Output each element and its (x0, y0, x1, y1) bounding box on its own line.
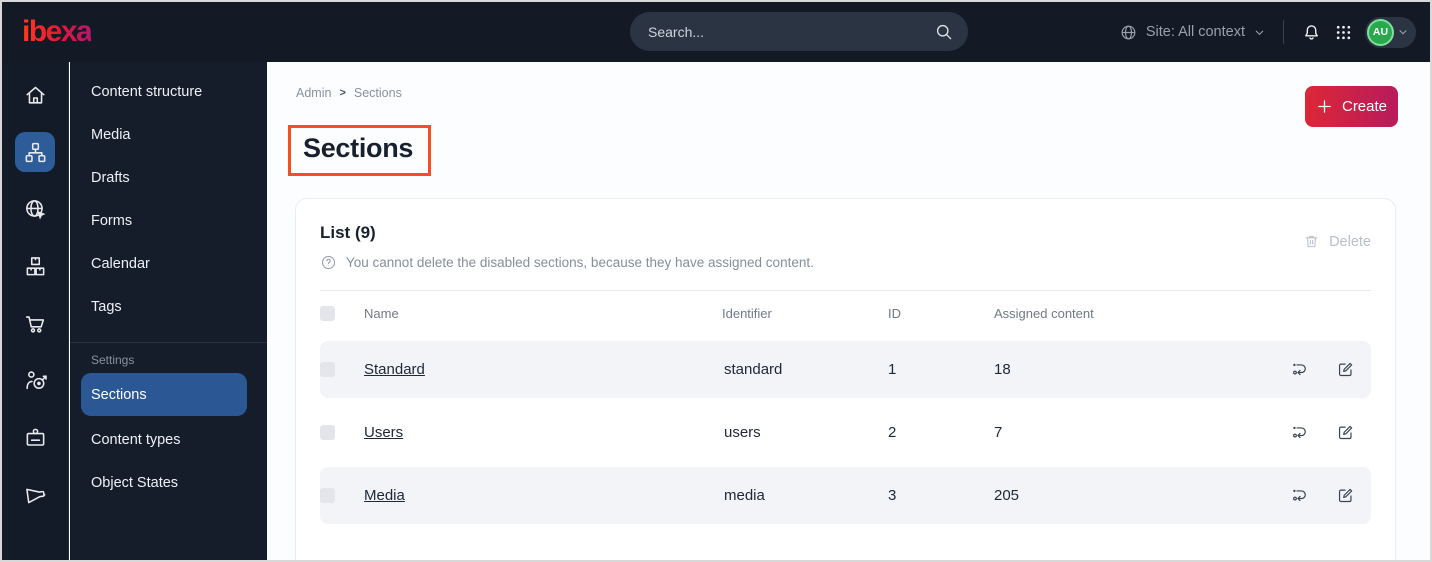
page-title: Sections (303, 133, 414, 163)
breadcrumb-sections[interactable]: Sections (354, 86, 402, 100)
breadcrumb-admin[interactable]: Admin (296, 86, 331, 100)
search-icon[interactable] (934, 22, 954, 42)
assign-content-icon[interactable] (1290, 423, 1309, 442)
row-actions (1275, 360, 1371, 379)
avatar: AU (1367, 18, 1394, 46)
rail-item-site[interactable] (15, 189, 55, 229)
ibexa-logo[interactable]: ibexa (22, 15, 93, 49)
assign-content-icon[interactable] (1290, 486, 1309, 505)
apps-grid-icon (1335, 24, 1352, 41)
column-header-name: Name (364, 305, 399, 321)
rail-item-home[interactable] (15, 75, 55, 115)
rail-item-content[interactable] (15, 132, 55, 172)
id-badge-icon (23, 425, 48, 450)
rail-item-customers[interactable] (15, 417, 55, 457)
delete-button[interactable]: Delete (1303, 233, 1371, 250)
column-header-id: ID (888, 305, 901, 321)
sidebar-item-sections[interactable]: Sections (81, 373, 247, 416)
sidebar-item-content-types[interactable]: Content types (70, 418, 267, 461)
row-checkbox[interactable] (320, 488, 335, 503)
site-context-selector[interactable]: Site: All context (1119, 23, 1266, 42)
chevron-down-icon (1397, 26, 1409, 38)
section-assigned-content: 18 (994, 361, 1011, 378)
list-title: List (9) (320, 223, 376, 242)
question-circle-icon (320, 254, 337, 271)
notifications-button[interactable] (1301, 22, 1322, 43)
section-id: 3 (888, 487, 897, 504)
search-bar[interactable] (630, 12, 968, 51)
home-icon (23, 83, 48, 108)
rail-item-personalization[interactable] (15, 360, 55, 400)
row-actions (1275, 486, 1371, 505)
topbar-right-cluster: Site: All context AU (1119, 16, 1430, 48)
app-window: ibexa Site: All context (0, 0, 1432, 562)
sidebar-item-object-states[interactable]: Object States (70, 461, 267, 504)
column-header-assigned-content: Assigned content (994, 305, 1094, 321)
section-name-link[interactable]: Media (364, 487, 722, 504)
sidebar-item-tags[interactable]: Tags (70, 285, 267, 328)
sections-list-card: List (9) You cannot delete the disabled … (295, 198, 1396, 560)
select-all-checkbox[interactable] (320, 305, 335, 321)
rail-item-marketing[interactable] (15, 474, 55, 514)
edit-icon[interactable] (1336, 486, 1355, 505)
sidebar-item-media[interactable]: Media (70, 113, 267, 156)
topbar-divider (1283, 20, 1284, 44)
icon-rail (2, 62, 69, 560)
settings-group-label: Settings (91, 353, 135, 367)
search-input[interactable] (648, 23, 934, 40)
sidebar-item-content-structure[interactable]: Content structure (70, 70, 267, 113)
table-header: Name Identifier ID Assigned content (320, 291, 1371, 335)
apps-menu-button[interactable] (1335, 24, 1352, 41)
boxes-icon (23, 254, 48, 279)
bell-icon (1301, 22, 1322, 43)
cart-icon (23, 311, 48, 336)
table-row: Media media 3 205 (320, 467, 1371, 524)
breadcrumb: Admin > Sections (267, 62, 1430, 100)
rail-item-commerce[interactable] (15, 303, 55, 343)
section-assigned-content: 205 (994, 487, 1020, 504)
section-identifier: media (724, 487, 765, 504)
sitemap-icon (23, 140, 48, 165)
row-actions (1275, 423, 1371, 442)
edit-icon[interactable] (1336, 423, 1355, 442)
table-row: Standard standard 1 18 (320, 341, 1371, 398)
edit-icon[interactable] (1336, 360, 1355, 379)
site-context-label: Site: All context (1145, 24, 1245, 40)
section-identifier: standard (724, 361, 783, 378)
plus-icon (1316, 98, 1333, 115)
user-menu[interactable]: AU (1365, 16, 1416, 48)
list-help-text: You cannot delete the disabled sections,… (346, 255, 814, 270)
row-checkbox[interactable] (320, 425, 335, 440)
topbar: ibexa Site: All context (2, 2, 1430, 62)
table-row: Users users 2 7 (320, 404, 1371, 461)
list-help: You cannot delete the disabled sections,… (320, 254, 1371, 271)
trash-icon (1303, 233, 1320, 250)
sidebar-item-drafts[interactable]: Drafts (70, 156, 267, 199)
breadcrumb-separator: > (339, 87, 346, 99)
rail-item-products[interactable] (15, 246, 55, 286)
chevron-down-icon (1253, 26, 1266, 39)
sidebar-item-forms[interactable]: Forms (70, 199, 267, 242)
delete-button-label: Delete (1329, 233, 1371, 250)
megaphone-icon (23, 482, 48, 507)
create-button[interactable]: Create (1305, 86, 1398, 127)
section-name-link[interactable]: Users (364, 424, 722, 441)
sidebar-menu: Content structure Media Drafts Forms Cal… (70, 62, 267, 560)
main-content: Admin > Sections Create Sections List (9… (267, 62, 1430, 560)
assign-content-icon[interactable] (1290, 360, 1309, 379)
sidebar-item-calendar[interactable]: Calendar (70, 242, 267, 285)
person-target-icon (23, 368, 48, 393)
section-id: 1 (888, 361, 897, 378)
section-identifier: users (724, 424, 761, 441)
annotation-highlight-box: Sections (288, 125, 432, 176)
section-assigned-content: 7 (994, 424, 1003, 441)
globe-cursor-icon (23, 197, 48, 222)
section-id: 2 (888, 424, 897, 441)
column-header-identifier: Identifier (722, 305, 772, 321)
menu-divider (70, 342, 267, 343)
globe-icon (1119, 23, 1138, 42)
section-name-link[interactable]: Standard (364, 361, 722, 378)
create-button-label: Create (1341, 98, 1388, 115)
row-checkbox[interactable] (320, 362, 335, 377)
